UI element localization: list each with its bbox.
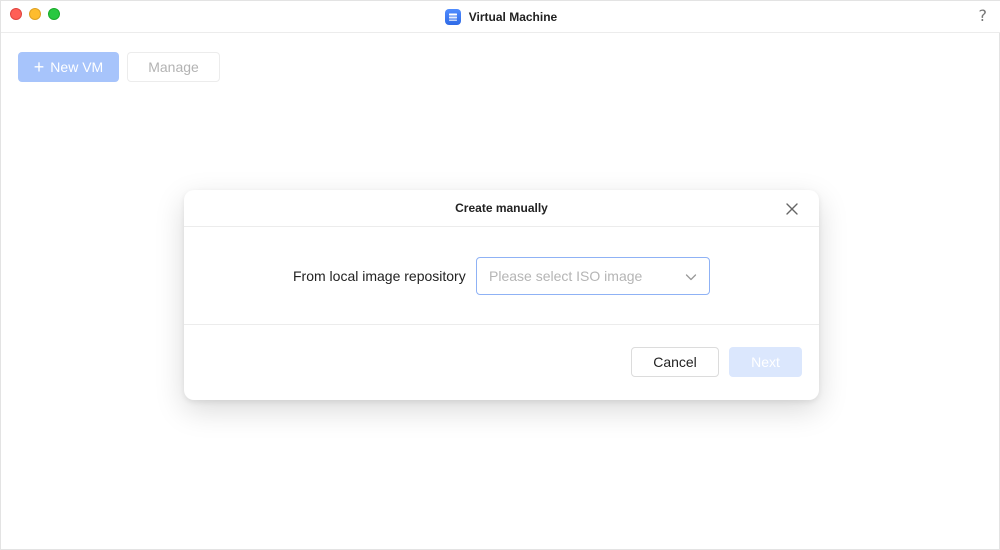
create-manually-dialog: Create manually From local image reposit… [184, 190, 819, 400]
image-repository-label: From local image repository [293, 268, 466, 284]
close-icon[interactable] [785, 202, 799, 216]
new-vm-button[interactable]: + New VM [18, 52, 119, 82]
manage-button[interactable]: Manage [127, 52, 220, 82]
app-window: Virtual Machine ? + New VM Manage Create… [0, 0, 1000, 550]
iso-image-select[interactable]: Please select ISO image [476, 257, 710, 295]
window-title: Virtual Machine [468, 10, 558, 24]
window-title-group: Virtual Machine [1, 1, 1000, 33]
virtual-machine-app-icon [444, 9, 461, 25]
dialog-body: From local image repository Please selec… [184, 227, 819, 325]
manage-label: Manage [148, 59, 199, 75]
dialog-footer: Cancel Next [184, 325, 819, 400]
next-button[interactable]: Next [729, 347, 802, 377]
iso-image-placeholder: Please select ISO image [489, 268, 643, 284]
cancel-label: Cancel [653, 354, 697, 370]
dialog-title: Create manually [455, 201, 548, 215]
title-bar[interactable]: Virtual Machine ? [1, 1, 1000, 33]
new-vm-label: New VM [50, 59, 104, 75]
next-label: Next [751, 354, 780, 370]
dialog-header: Create manually [184, 190, 819, 227]
plus-icon: + [33, 56, 45, 77]
help-icon[interactable]: ? [979, 6, 988, 25]
chevron-down-icon [685, 270, 697, 282]
cancel-button[interactable]: Cancel [631, 347, 719, 377]
